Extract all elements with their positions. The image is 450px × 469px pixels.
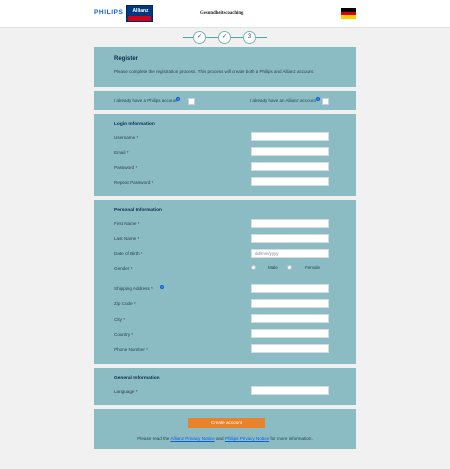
german-flag-icon[interactable] bbox=[341, 8, 356, 19]
repeat-password-label: Repeat Password * bbox=[114, 180, 154, 185]
gender-female-radio[interactable] bbox=[287, 265, 292, 270]
zip-code-label: Zip Code * bbox=[114, 301, 136, 306]
last-name-label: Last Name * bbox=[114, 236, 140, 241]
login-information-card: Login Information Username * Email * Pas… bbox=[94, 114, 356, 196]
privacy-notice-text: Please read the Allianz Privacy Notice a… bbox=[94, 436, 356, 441]
language-label: Language * bbox=[114, 389, 138, 394]
step-2-completed: ✓ bbox=[218, 31, 231, 44]
top-header-bar: PHILIPS Allianz Gesundheitscoaching bbox=[0, 0, 450, 28]
date-of-birth-input[interactable]: dd/mm/yyyy bbox=[251, 249, 329, 258]
username-input[interactable] bbox=[251, 132, 329, 141]
register-description: Please complete the registration process… bbox=[114, 69, 315, 74]
allianz-logo-band bbox=[128, 16, 151, 21]
first-name-label: First Name * bbox=[114, 221, 140, 226]
allianz-account-label: I already have an Allianz account bbox=[250, 98, 316, 103]
personal-section-title: Personal Information bbox=[114, 208, 162, 213]
info-icon[interactable]: i bbox=[316, 97, 320, 101]
email-label: Email * bbox=[114, 150, 129, 155]
philips-account-label: I already have a Philips account bbox=[114, 98, 178, 103]
allianz-logo: Allianz bbox=[126, 5, 153, 22]
existing-accounts-card: I already have a Philips account i I alr… bbox=[94, 91, 356, 110]
gender-male-label: Male bbox=[268, 265, 278, 270]
create-account-button[interactable]: Create account bbox=[188, 418, 265, 428]
country-label: Country * bbox=[114, 332, 134, 337]
password-input[interactable] bbox=[251, 162, 329, 171]
country-input[interactable] bbox=[251, 329, 329, 338]
city-input[interactable] bbox=[251, 314, 329, 323]
last-name-input[interactable] bbox=[251, 234, 329, 243]
step-1-completed: ✓ bbox=[193, 31, 206, 44]
username-label: Username * bbox=[114, 135, 139, 140]
privacy-prefix: Please read the bbox=[137, 436, 170, 441]
zip-code-input[interactable] bbox=[251, 299, 329, 308]
repeat-password-input[interactable] bbox=[251, 177, 329, 186]
register-card: Register Please complete the registratio… bbox=[94, 47, 356, 87]
personal-information-card: Personal Information First Name * Last N… bbox=[94, 200, 356, 364]
password-label: Password * bbox=[114, 165, 138, 170]
shipping-address-label: Shipping Address * bbox=[114, 286, 153, 291]
gender-label: Gender * bbox=[114, 266, 133, 271]
register-title: Register bbox=[114, 56, 139, 62]
privacy-suffix: for more information. bbox=[270, 436, 313, 441]
philips-logo: PHILIPS bbox=[94, 9, 124, 16]
shipping-address-input[interactable] bbox=[251, 284, 329, 293]
submit-card bbox=[94, 409, 356, 449]
allianz-logo-text: Allianz bbox=[132, 8, 149, 14]
gender-male-radio[interactable] bbox=[251, 265, 256, 270]
privacy-and: and bbox=[215, 436, 224, 441]
program-title: Gesundheitscoaching bbox=[200, 11, 244, 16]
info-icon[interactable]: i bbox=[176, 97, 180, 101]
language-select[interactable] bbox=[251, 386, 329, 395]
email-input[interactable] bbox=[251, 147, 329, 156]
progress-steps: ✓ ✓ 3 bbox=[183, 30, 267, 45]
date-of-birth-label: Date of Birth * bbox=[114, 251, 143, 256]
phone-number-label: Phone Number * bbox=[114, 347, 148, 352]
phone-number-input[interactable] bbox=[251, 344, 329, 353]
allianz-account-checkbox[interactable] bbox=[322, 98, 329, 105]
philips-privacy-link[interactable]: Philips Privacy Notice bbox=[225, 436, 269, 441]
city-label: City * bbox=[114, 317, 125, 322]
general-section-title: General Information bbox=[114, 376, 160, 381]
first-name-input[interactable] bbox=[251, 219, 329, 228]
info-icon[interactable]: i bbox=[160, 285, 164, 289]
philips-account-checkbox[interactable] bbox=[188, 98, 195, 105]
gender-female-label: Female bbox=[305, 265, 321, 270]
general-information-card: General Information Language * bbox=[94, 368, 356, 405]
step-3-current: 3 bbox=[243, 31, 256, 44]
allianz-privacy-link[interactable]: Allianz Privacy Notice bbox=[170, 436, 214, 441]
login-section-title: Login Information bbox=[114, 122, 155, 127]
